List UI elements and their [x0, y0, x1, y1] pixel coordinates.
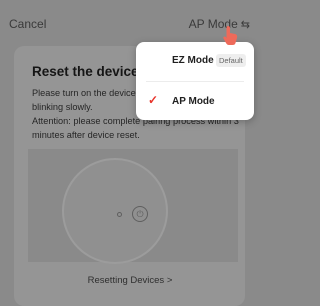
resetting-devices-link[interactable]: Resetting Devices >: [0, 275, 260, 286]
power-button-icon: ⏻: [132, 206, 148, 222]
menu-item-label: AP Mode: [172, 96, 215, 107]
instruction-line: minutes after device reset.: [32, 130, 140, 140]
cancel-button[interactable]: Cancel: [9, 17, 46, 31]
default-badge: Default: [216, 54, 246, 67]
mode-switch-button[interactable]: AP Mode ⇆: [189, 17, 250, 31]
mode-dropdown-menu: EZ Mode Default ✓ AP Mode: [136, 42, 254, 120]
top-bar: Cancel AP Mode ⇆: [0, 0, 260, 44]
indicator-light-icon: [117, 212, 122, 217]
menu-item-label: EZ Mode: [172, 55, 214, 66]
checkmark-icon: ✓: [148, 93, 159, 107]
swap-icon: ⇆: [240, 18, 250, 31]
menu-item-ap-mode[interactable]: ✓ AP Mode: [136, 82, 254, 120]
tap-pointer-icon: [222, 24, 240, 51]
device-body-icon: [62, 158, 168, 264]
